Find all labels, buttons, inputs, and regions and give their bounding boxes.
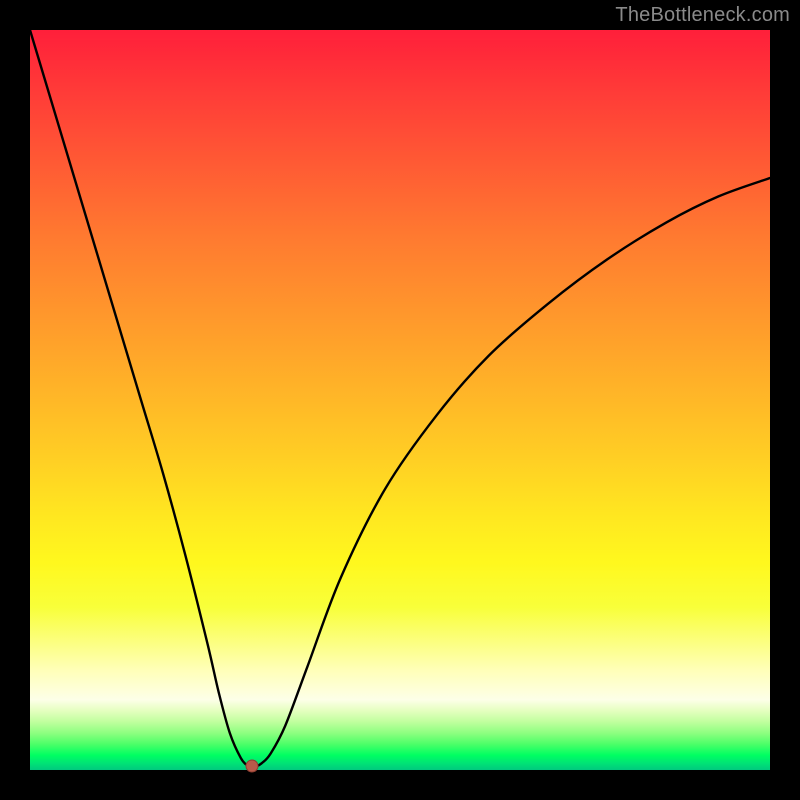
plot-area xyxy=(30,30,770,770)
minimum-marker-dot xyxy=(246,760,258,772)
curve-svg xyxy=(30,30,770,770)
watermark-text: TheBottleneck.com xyxy=(615,4,790,27)
chart-frame: TheBottleneck.com xyxy=(0,0,800,800)
bottleneck-curve xyxy=(30,30,770,767)
